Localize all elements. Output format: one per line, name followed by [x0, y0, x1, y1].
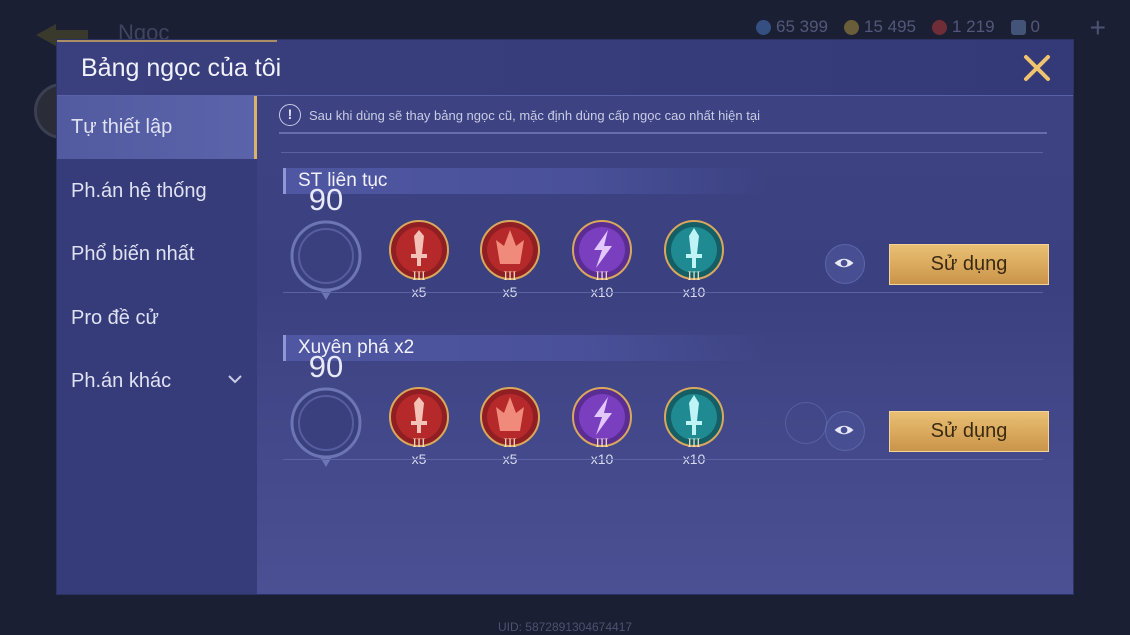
svg-text:III: III [413, 435, 426, 449]
close-icon[interactable] [1021, 52, 1053, 84]
purple-lightning-gem-icon: III [572, 387, 632, 449]
gem-slot[interactable]: III x5 [478, 387, 542, 469]
notice: ! Sau khi dùng sẽ thay bảng ngọc cũ, mặc… [279, 104, 1049, 128]
gem-slot[interactable]: III x10 [662, 220, 726, 302]
level-badge-icon [290, 387, 362, 467]
svg-text:III: III [688, 268, 701, 282]
gem-slot[interactable]: III x10 [570, 387, 634, 469]
currency-gem: 65 399 [755, 17, 828, 37]
use-button[interactable]: Sử dụng [889, 244, 1049, 285]
gold-coin-icon [843, 19, 859, 35]
purple-lightning-gem-icon: III [572, 220, 632, 282]
svg-text:III: III [596, 435, 609, 449]
eye-icon [834, 425, 854, 435]
gem-slot[interactable]: III x5 [387, 220, 451, 302]
ruby-icon [931, 19, 947, 35]
level-badge-icon [290, 220, 362, 300]
notice-divider [279, 132, 1047, 134]
sidebar-item-custom[interactable]: Tự thiết lập [57, 96, 257, 159]
chevron-down-icon [228, 375, 242, 384]
currency-voucher: 0 [1010, 17, 1040, 37]
svg-text:III: III [504, 435, 517, 449]
red-crown-gem-icon: III [480, 220, 540, 282]
level-value: 90 [308, 349, 344, 384]
add-currency-button: + [1089, 12, 1106, 43]
currency-gold: 15 495 [843, 17, 916, 37]
currency-bar: 65 399 15 495 1 219 0 [755, 17, 1040, 37]
teal-sword-gem-icon: III [664, 220, 724, 282]
gem-set-1: ST liên tục 90 III x5 III x5 III x10 III… [283, 168, 1049, 318]
preview-button[interactable] [825, 411, 865, 451]
svg-text:III: III [413, 268, 426, 282]
level-value: 90 [308, 182, 344, 217]
gem-sets-panel: ! Sau khi dùng sẽ thay bảng ngọc cũ, mặc… [257, 96, 1073, 594]
use-button[interactable]: Sử dụng [889, 411, 1049, 452]
red-crown-gem-icon: III [480, 387, 540, 449]
svg-text:III: III [596, 268, 609, 282]
red-sword-gem-icon: III [389, 220, 449, 282]
sidebar-item-pro-recommended[interactable]: Pro đề cử [57, 287, 257, 350]
gem-set-2: Xuyên phá x2 90 III x5 III x5 III x10 II… [283, 335, 1049, 485]
svg-text:III: III [688, 435, 701, 449]
sidebar-item-most-popular[interactable]: Phổ biến nhất [57, 223, 257, 286]
eye-icon [834, 258, 854, 268]
set-divider [283, 459, 1043, 460]
teal-sword-gem-icon: III [664, 387, 724, 449]
uid-label: UID: 5872891304674417 [497, 620, 633, 634]
dialog-header: Bảng ngọc của tôi [57, 40, 1073, 96]
gem-board-dialog: Bảng ngọc của tôi Tự thiết lập Ph.án hệ … [57, 40, 1073, 594]
gem-currency-icon [755, 19, 771, 35]
preview-button[interactable] [825, 244, 865, 284]
gem-slot[interactable]: III x5 [478, 220, 542, 302]
decorative-ring [785, 402, 827, 444]
gem-slot[interactable]: III x10 [662, 387, 726, 469]
currency-ruby: 1 219 [931, 17, 995, 37]
svg-text:III: III [504, 268, 517, 282]
header-accent [57, 40, 277, 42]
sidebar: Tự thiết lập Ph.án hệ thống Phổ biến nhấ… [57, 96, 257, 594]
sidebar-item-system-plan[interactable]: Ph.án hệ thống [57, 160, 257, 223]
info-icon: ! [279, 104, 301, 126]
notice-text: Sau khi dùng sẽ thay bảng ngọc cũ, mặc đ… [309, 108, 760, 123]
set-divider [283, 292, 1043, 293]
background-top-bar: Ngọc 65 399 15 495 1 219 0 + [0, 0, 1130, 46]
notice-divider-secondary [281, 152, 1043, 153]
voucher-icon [1010, 19, 1026, 35]
gem-slot[interactable]: III x10 [570, 220, 634, 302]
sidebar-item-other-plans[interactable]: Ph.án khác [57, 350, 257, 413]
gem-slot[interactable]: III x5 [387, 387, 451, 469]
dialog-title: Bảng ngọc của tôi [81, 54, 282, 82]
red-sword-gem-icon: III [389, 387, 449, 449]
